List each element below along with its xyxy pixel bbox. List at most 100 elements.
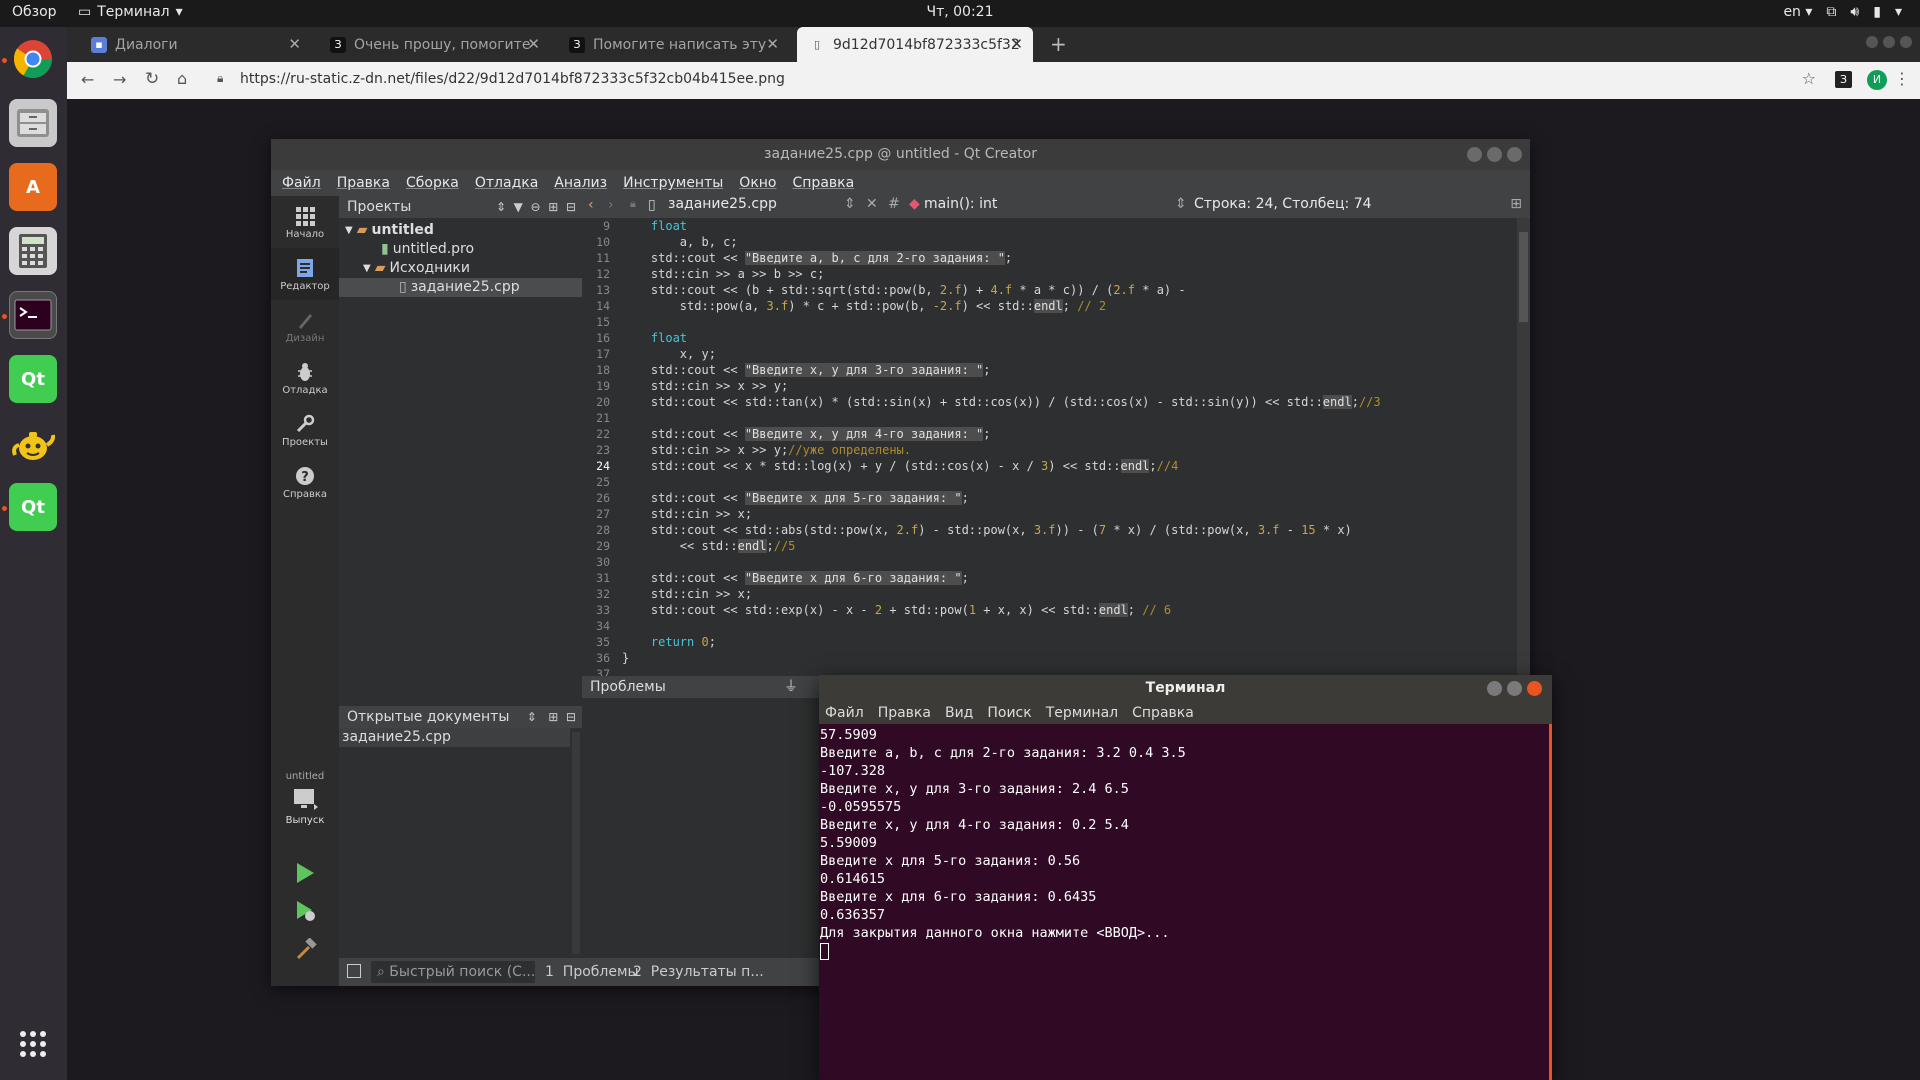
activities-button[interactable]: Обзор [12, 4, 57, 20]
chrome-icon[interactable] [9, 35, 57, 83]
scrollbar[interactable] [572, 732, 580, 954]
code-line[interactable]: std::cout << (b + std::sqrt(std::pow(b, … [622, 282, 1517, 298]
code-line[interactable]: std::cout << "Введите x для 6-го задания… [622, 570, 1517, 586]
link-icon[interactable]: ⊖ [531, 200, 541, 214]
menu-search[interactable]: Поиск [987, 705, 1031, 721]
editor-scrollbar[interactable] [1517, 218, 1530, 676]
tree-node-cpp-file[interactable]: ▯ задание25.cpp [339, 278, 582, 297]
expand-arrow-icon[interactable]: ▼ [345, 221, 353, 240]
mode-welcome[interactable]: Начало [271, 196, 339, 248]
toggle-sidebar-icon[interactable] [347, 964, 361, 978]
cursor-position[interactable]: Строка: 24, Столбец: 74 [1194, 196, 1372, 212]
output-tab-problems[interactable]: 1 Проблемы [545, 964, 639, 980]
locator-input[interactable]: ⌕ Быстрый поиск (С... [371, 961, 535, 983]
browser-tab[interactable]: З Помогите написать эту ✕ [557, 27, 789, 62]
menu-window[interactable]: Окно [739, 175, 776, 191]
minimize-button[interactable] [1487, 681, 1502, 696]
qt-creator-icon[interactable]: Qt [9, 355, 57, 403]
document-selector[interactable]: задание25.cpp [668, 196, 777, 212]
code-line[interactable]: std::cout << std::abs(std::pow(x, 2.f) -… [622, 522, 1517, 538]
run-icon[interactable] [295, 862, 315, 884]
code-line[interactable] [622, 618, 1517, 634]
profile-avatar[interactable]: И [1867, 70, 1887, 90]
code-line[interactable]: a, b, c; [622, 234, 1517, 250]
more-menu-icon[interactable]: ⋮ [1894, 69, 1910, 88]
code-line[interactable]: std::cin >> x; [622, 586, 1517, 602]
chevron-updown-icon[interactable]: ⇕ [1175, 196, 1187, 212]
forward-icon[interactable]: → [113, 70, 126, 89]
code-line[interactable]: std::cin >> x; [622, 506, 1517, 522]
close-pane-icon[interactable]: ⊟ [566, 710, 576, 724]
back-icon[interactable]: ← [81, 70, 94, 89]
code-line[interactable]: std::cout << x * std::log(x) + y / (std:… [622, 458, 1517, 474]
code-line[interactable]: x, y; [622, 346, 1517, 362]
keyboard-layout[interactable]: en ▾ [1783, 4, 1812, 20]
mode-design[interactable]: Дизайн [271, 300, 339, 352]
minimize-button[interactable] [1866, 36, 1878, 48]
list-item[interactable]: задание25.cpp [339, 728, 570, 747]
battery-icon[interactable]: ▮ [1873, 4, 1881, 20]
menu-file[interactable]: Файл [282, 175, 321, 191]
code-line[interactable]: std::cout << "Введите x для 5-го задания… [622, 490, 1517, 506]
split-icon[interactable]: ⊞ [548, 200, 558, 214]
code-line[interactable] [622, 410, 1517, 426]
mode-editor[interactable]: Редактор [271, 248, 339, 300]
code-line[interactable]: std::cout << std::exp(x) - x - 2 + std::… [622, 602, 1517, 618]
code-line[interactable]: std::pow(a, 3.f) * c + std::pow(b, -2.f)… [622, 298, 1517, 314]
close-icon[interactable]: ✕ [1010, 35, 1023, 53]
software-center-icon[interactable]: A [9, 163, 57, 211]
nav-forward-icon[interactable]: › [608, 197, 614, 213]
qt-designer-icon[interactable]: Qt [9, 483, 57, 531]
filter-icon[interactable]: ▼ [514, 200, 523, 214]
menu-help[interactable]: Справка [793, 175, 855, 191]
sort-icon[interactable]: ⇕ [496, 200, 506, 214]
debug-run-icon[interactable] [295, 900, 317, 922]
tree-node-pro-file[interactable]: ▮ untitled.pro [381, 240, 474, 259]
close-icon[interactable]: ✕ [766, 35, 779, 53]
projects-label[interactable]: Проекты [347, 199, 411, 215]
menu-debug[interactable]: Отладка [475, 175, 538, 191]
filter-icon[interactable]: ⏚ [784, 676, 798, 698]
show-apps-icon[interactable] [9, 1020, 57, 1068]
mode-debug[interactable]: Отладка [271, 352, 339, 404]
code-line[interactable] [622, 554, 1517, 570]
code-line[interactable]: std::cout << "Введите x, y для 3-го зада… [622, 362, 1517, 378]
code-editor[interactable]: float a, b, c; std::cout << "Введите a, … [622, 218, 1517, 676]
network-icon[interactable]: ⧉ [1826, 4, 1836, 20]
build-hammer-icon[interactable] [295, 938, 317, 960]
maximize-button[interactable] [1883, 36, 1895, 48]
system-tray[interactable]: en ▾ ⧉ 🔊︎ ▮ ▾ [1783, 4, 1902, 20]
terminal-icon[interactable] [9, 291, 57, 339]
menu-analyze[interactable]: Анализ [554, 175, 607, 191]
menu-file[interactable]: Файл [825, 705, 864, 721]
calculator-icon[interactable] [9, 227, 57, 275]
extension-icon[interactable]: З [1835, 71, 1852, 88]
minimize-button[interactable] [1467, 147, 1482, 162]
menu-help[interactable]: Справка [1132, 705, 1194, 721]
mode-help[interactable]: ? Справка [271, 456, 339, 508]
new-tab-button[interactable]: + [1050, 32, 1067, 56]
menu-build[interactable]: Сборка [406, 175, 459, 191]
reload-icon[interactable]: ↻ [145, 69, 159, 89]
browser-tab[interactable]: ▪ Диалоги ✕ [79, 27, 311, 62]
code-line[interactable]: std::cin >> x >> y;//уже определены. [622, 442, 1517, 458]
code-line[interactable]: std::cout << "Введите a, b, c для 2-го з… [622, 250, 1517, 266]
browser-tab-active[interactable]: ▯ 9d12d7014bf872333c5f32 ✕ [797, 27, 1033, 62]
close-icon[interactable]: ✕ [527, 35, 540, 53]
chevron-down-icon[interactable]: ▾ [1895, 4, 1902, 20]
open-documents-label[interactable]: Открытые документы [347, 709, 509, 725]
url-field[interactable]: https://ru-static.z-dn.net/files/d22/9d1… [240, 71, 785, 87]
expand-arrow-icon[interactable]: ▼ [363, 259, 371, 278]
menu-terminal[interactable]: Терминал [1046, 705, 1118, 721]
close-button[interactable] [1507, 147, 1522, 162]
code-line[interactable]: return 0; [622, 634, 1517, 650]
code-line[interactable]: std::cin >> x >> y; [622, 378, 1517, 394]
close-icon[interactable]: ✕ [288, 35, 301, 53]
terminal-output[interactable]: 57.5909 Введите a, b, c для 2-го задания:… [819, 724, 1552, 960]
menu-edit[interactable]: Правка [878, 705, 931, 721]
menu-view[interactable]: Вид [945, 705, 973, 721]
close-button[interactable] [1527, 681, 1542, 696]
home-icon[interactable]: ⌂ [177, 69, 187, 88]
app-menu[interactable]: ▭ Терминал ▾ [78, 4, 183, 20]
code-line[interactable]: float [622, 218, 1517, 234]
